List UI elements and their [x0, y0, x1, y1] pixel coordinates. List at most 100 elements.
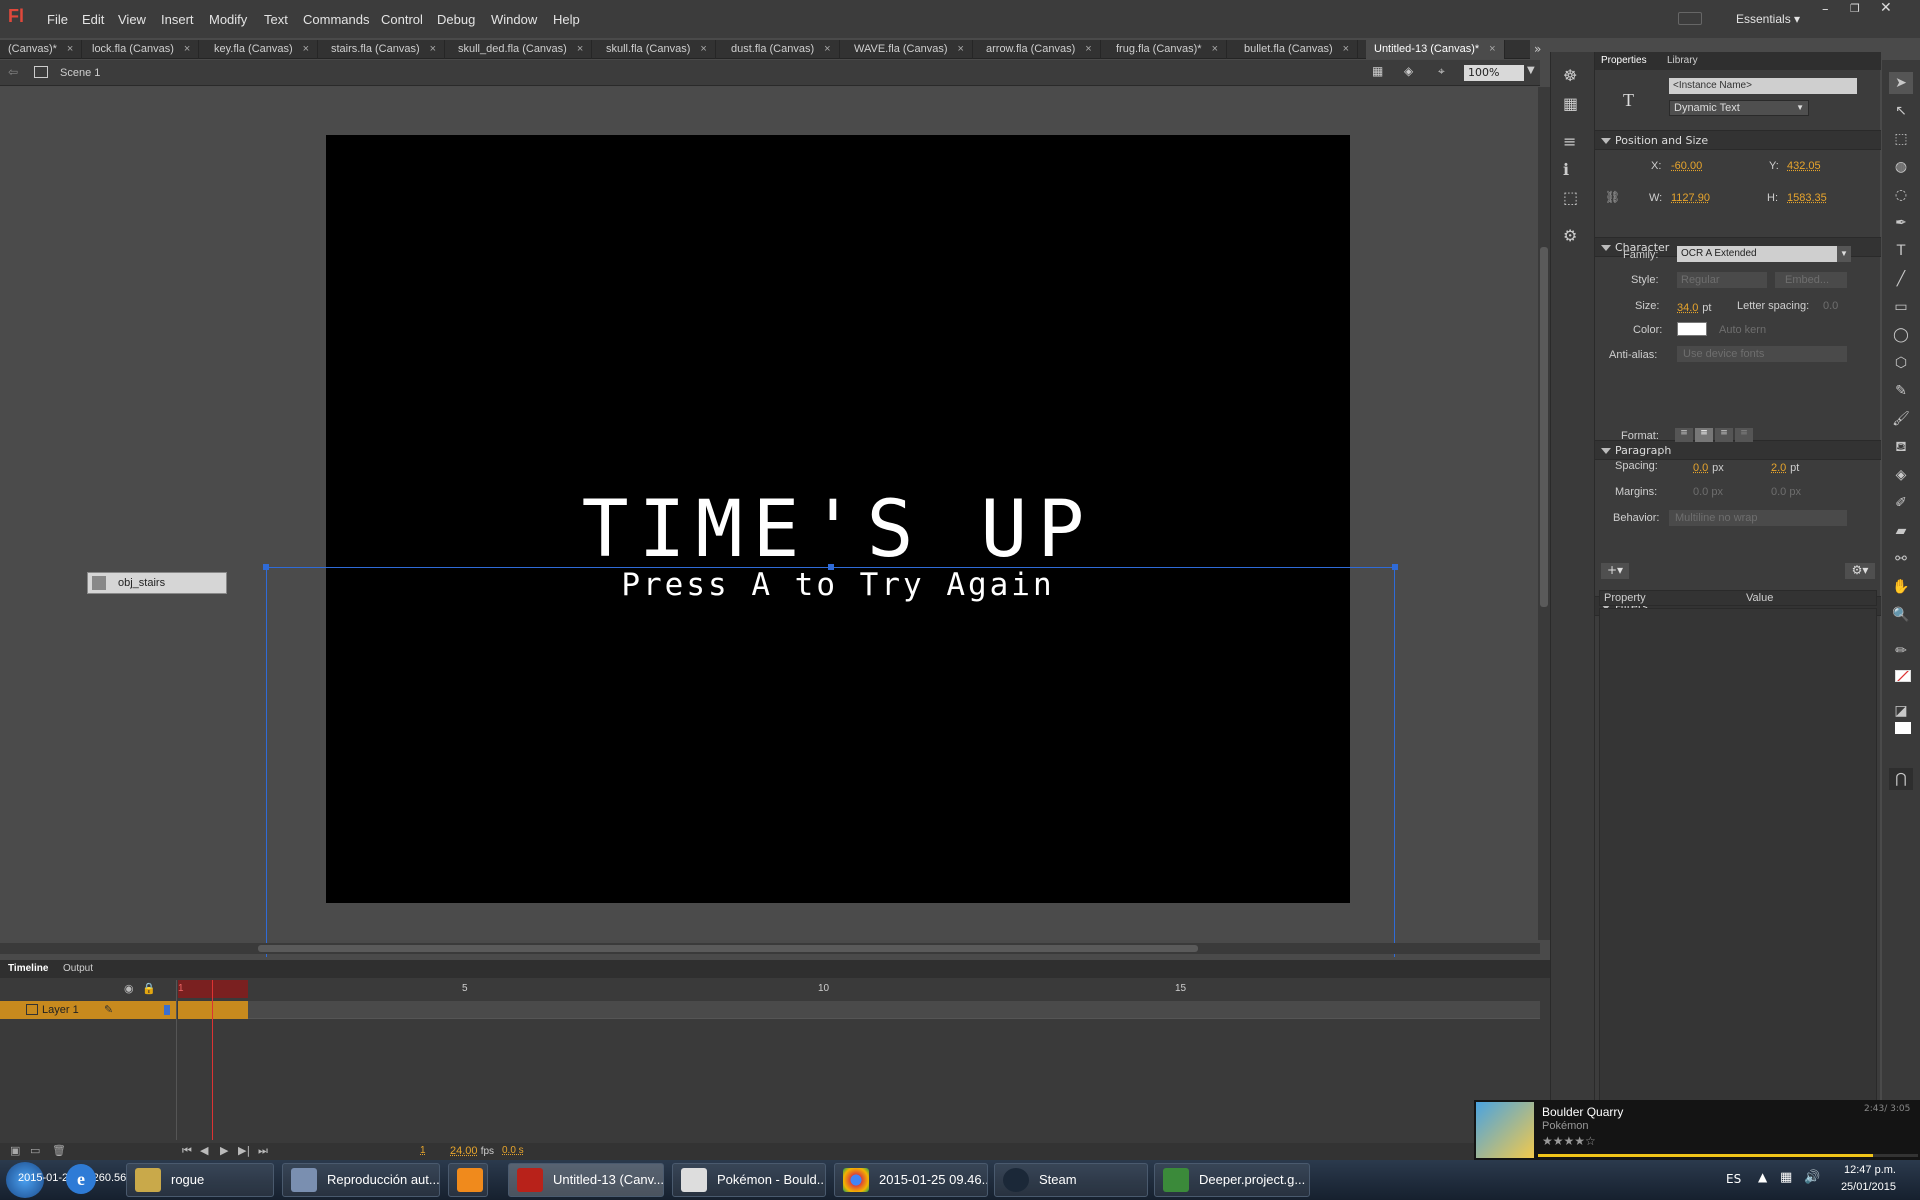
frames-row[interactable] [178, 1001, 1540, 1019]
menu-text[interactable]: Text [264, 12, 288, 27]
instance-name-field[interactable]: <Instance Name> [1669, 78, 1857, 94]
menu-debug[interactable]: Debug [437, 12, 475, 27]
taskbar-item-gamemaker[interactable]: Deeper.project.g... [1154, 1163, 1310, 1197]
tab-document[interactable]: key.fla (Canvas) × [206, 40, 319, 59]
line-spacing-field[interactable]: 2.0 pt [1771, 460, 1799, 474]
clock-date[interactable]: 25/01/2015 [1834, 1181, 1896, 1193]
components-icon[interactable]: ⚙ [1563, 226, 1577, 245]
menu-file[interactable]: File [47, 12, 68, 27]
text-icon[interactable]: T [1889, 240, 1913, 262]
menu-commands[interactable]: Commands [303, 12, 369, 27]
selection-box[interactable] [266, 567, 1395, 957]
stroke-color-icon[interactable]: ✏ [1889, 640, 1913, 662]
clock-time[interactable]: 12:47 p.m. [1836, 1164, 1896, 1176]
subselection-tool-icon[interactable]: ↖ [1889, 100, 1913, 122]
justify-button[interactable]: ≡ [1735, 428, 1753, 442]
elapsed-time[interactable]: 0.0 s [502, 1145, 524, 1156]
stroke-swatch[interactable] [1895, 670, 1911, 682]
selection-handle[interactable] [1392, 564, 1398, 570]
embed-button[interactable]: Embed... [1775, 272, 1847, 288]
tab-document[interactable]: WAVE.fla (Canvas) × [846, 40, 973, 59]
tab-document[interactable]: skull.fla (Canvas) × [598, 40, 716, 59]
indent-field[interactable]: 0.0 px [1693, 460, 1724, 474]
selection-handle[interactable] [263, 564, 269, 570]
new-layer-icon[interactable]: ▣ [10, 1144, 20, 1157]
hand-icon[interactable]: ✋ [1889, 576, 1913, 598]
auto-kern-checkbox[interactable]: Auto kern [1719, 324, 1766, 336]
fps-field[interactable]: 24.00 fps [450, 1145, 494, 1157]
layer-name[interactable]: Layer 1 [42, 1004, 79, 1016]
restore-icon[interactable]: ❐ [1850, 2, 1860, 15]
x-value[interactable]: -60.00 [1671, 160, 1702, 172]
margin-right-field[interactable]: 0.0 px [1771, 486, 1801, 498]
taskbar-item-autoplay[interactable]: Reproducción aut... [282, 1163, 440, 1197]
taskbar-item-steam[interactable]: Steam [994, 1163, 1148, 1197]
eraser-icon[interactable]: ▰ [1889, 520, 1913, 542]
3d-rotation-icon[interactable]: ◍ [1889, 156, 1913, 178]
current-frame[interactable]: 1 [420, 1145, 426, 1156]
playhead[interactable] [212, 980, 213, 1140]
layer-color-icon[interactable] [164, 1005, 170, 1015]
link-icon[interactable]: ⛓ [1605, 190, 1620, 204]
align-icon[interactable]: ≡ [1563, 132, 1576, 151]
swatches-icon[interactable]: ▦ [1563, 94, 1578, 113]
selection-tool-icon[interactable]: ➤ [1889, 72, 1913, 94]
y-value[interactable]: 432.05 [1787, 160, 1821, 172]
close-icon[interactable]: ✕ [1880, 0, 1892, 16]
sync-icon[interactable] [1678, 12, 1702, 25]
tab-document[interactable]: stairs.fla (Canvas) × [323, 40, 446, 59]
horizontal-scrollbar[interactable] [0, 943, 1540, 954]
pencil-icon[interactable]: ✎ [104, 1003, 113, 1016]
ie-icon[interactable]: e [66, 1164, 96, 1194]
back-arrow-icon[interactable]: ⇦ [8, 65, 18, 79]
motion-editor-icon[interactable]: ☸ [1563, 66, 1577, 85]
tab-document[interactable]: (Canvas)* × [0, 40, 83, 59]
taskbar-item-pokemon[interactable]: Pokémon - Bould... [672, 1163, 826, 1197]
eye-icon[interactable]: ◉ [124, 982, 134, 995]
menu-edit[interactable]: Edit [82, 12, 104, 27]
polystar-icon[interactable]: ⬡ [1889, 352, 1913, 374]
section-paragraph[interactable]: Paragraph [1595, 440, 1881, 460]
oval-icon[interactable]: ◯ [1889, 324, 1913, 346]
font-style-select[interactable]: Regular [1677, 272, 1767, 288]
tray-expand-icon[interactable]: ▲ [1758, 1170, 1767, 1184]
ink-bottle-icon[interactable]: ◈ [1889, 464, 1913, 486]
align-center-button[interactable]: ≡ [1695, 428, 1713, 442]
menu-control[interactable]: Control [381, 12, 423, 27]
behavior-select[interactable]: Multiline no wrap [1669, 510, 1847, 526]
bucket-icon[interactable]: ⛾ [1889, 436, 1913, 458]
zoom-icon[interactable]: 🔍 [1889, 604, 1913, 626]
menu-window[interactable]: Window [491, 12, 537, 27]
filter-options-button[interactable]: ⚙▾ [1845, 563, 1875, 579]
network-icon[interactable]: ▦ [1780, 1170, 1792, 1185]
free-transform-icon[interactable]: ⬚ [1889, 128, 1913, 150]
scrollbar-thumb[interactable] [258, 945, 1198, 952]
bone-icon[interactable]: ⚯ [1889, 548, 1913, 570]
language-indicator[interactable]: ES [1726, 1172, 1741, 1186]
tab-document-active[interactable]: Untitled-13 (Canvas)* × [1366, 40, 1505, 59]
edit-symbols-icon[interactable]: ◈ [1404, 64, 1413, 78]
snap-icon[interactable]: ⋂ [1889, 768, 1913, 790]
lock-icon[interactable]: 🔒 [142, 982, 156, 995]
menu-view[interactable]: View [118, 12, 146, 27]
lasso-icon[interactable]: ◌ [1889, 184, 1913, 206]
tab-timeline[interactable]: Timeline [8, 963, 48, 974]
prev-frame-icon[interactable]: ◀ [200, 1144, 208, 1157]
tab-document[interactable]: frug.fla (Canvas)* × [1108, 40, 1228, 59]
taskbar-item-flash[interactable]: Untitled-13 (Canv... [508, 1163, 664, 1197]
tab-properties[interactable]: Properties [1601, 55, 1647, 66]
h-value[interactable]: 1583.35 [1787, 192, 1827, 204]
align-right-button[interactable]: ≡ [1715, 428, 1733, 442]
vertical-scrollbar[interactable] [1538, 87, 1550, 940]
scrollbar-thumb[interactable] [1540, 247, 1548, 607]
eyedropper-icon[interactable]: ✐ [1889, 492, 1913, 514]
fill-swatch[interactable] [1895, 722, 1911, 734]
align-left-button[interactable]: ≡ [1675, 428, 1693, 442]
text-type-select[interactable]: Dynamic Text ▼ [1669, 100, 1809, 116]
tab-document[interactable]: lock.fla (Canvas) × [84, 40, 200, 59]
workspace-switcher[interactable]: Essentials ▾ [1736, 12, 1800, 26]
transform-icon[interactable]: ⬚ [1563, 188, 1578, 207]
info-icon[interactable]: ℹ [1563, 160, 1569, 179]
margin-left-field[interactable]: 0.0 px [1693, 486, 1723, 498]
center-stage-icon[interactable]: ⌖ [1438, 64, 1445, 79]
